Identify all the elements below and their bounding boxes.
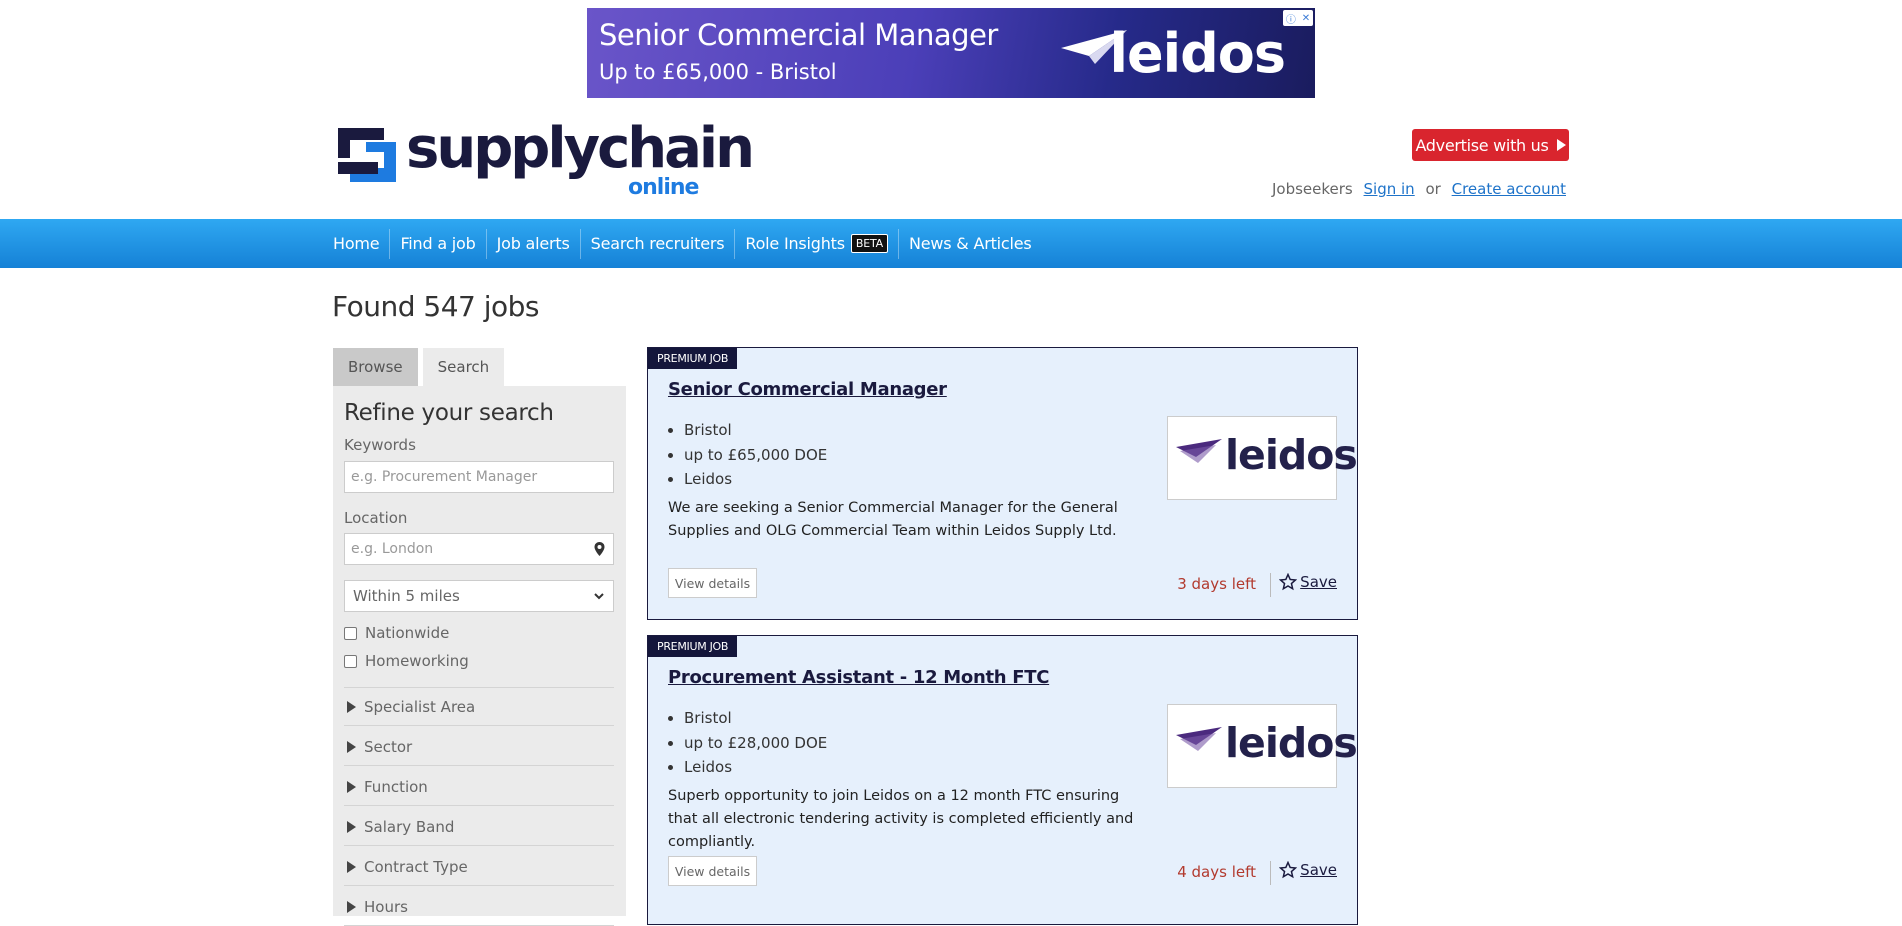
star-icon bbox=[1279, 573, 1298, 591]
ad-brand-logo: leidos bbox=[1109, 22, 1286, 85]
nationwide-checkbox[interactable]: Nationwide bbox=[344, 624, 449, 642]
facet-function[interactable]: Function bbox=[344, 768, 614, 806]
expand-triangle-icon bbox=[347, 820, 356, 833]
days-left: 4 days left bbox=[1177, 863, 1256, 881]
homeworking-checkbox[interactable]: Homeworking bbox=[344, 652, 469, 670]
facet-sector[interactable]: Sector bbox=[344, 728, 614, 766]
nav-home[interactable]: Home bbox=[332, 228, 391, 259]
job-salary: up to £28,000 DOE bbox=[684, 731, 827, 756]
facet-label: Sector bbox=[364, 737, 413, 756]
tab-browse[interactable]: Browse bbox=[333, 348, 418, 386]
sign-in-link[interactable]: Sign in bbox=[1364, 180, 1415, 198]
checkbox-box[interactable] bbox=[344, 626, 357, 640]
save-label: Save bbox=[1300, 573, 1337, 591]
logo-subtext: online bbox=[628, 175, 699, 200]
ad-subline: Up to £65,000 - Bristol bbox=[599, 60, 837, 84]
job-company: Leidos bbox=[684, 467, 827, 492]
save-label: Save bbox=[1300, 861, 1337, 879]
facet-label: Salary Band bbox=[364, 817, 455, 836]
save-job-button[interactable]: Save bbox=[1279, 573, 1337, 591]
advertise-label: Advertise with us bbox=[1415, 135, 1549, 155]
job-title-link[interactable]: Senior Commercial Manager bbox=[668, 379, 947, 400]
results-count: Found 547 jobs bbox=[332, 290, 540, 323]
facet-label: Contract Type bbox=[364, 857, 468, 876]
nav-role-insights[interactable]: Role Insights BETA bbox=[735, 228, 899, 259]
homeworking-label: Homeworking bbox=[365, 652, 469, 670]
company-logo[interactable]: leidos bbox=[1167, 704, 1358, 788]
site-logo[interactable]: supplychain online bbox=[332, 116, 755, 202]
refine-heading: Refine your search bbox=[344, 400, 554, 426]
premium-job-badge: PREMIUM JOB bbox=[648, 636, 738, 657]
leidos-plane-icon bbox=[1176, 439, 1222, 463]
job-salary: up to £65,000 DOE bbox=[684, 443, 827, 468]
nav-find-a-job[interactable]: Find a job bbox=[390, 228, 487, 259]
ad-banner[interactable]: Senior Commercial Manager Up to £65,000 … bbox=[587, 8, 1315, 98]
nav-role-insights-label: Role Insights bbox=[745, 234, 845, 253]
job-card: PREMIUM JOB Procurement Assistant - 12 M… bbox=[647, 635, 1358, 925]
company-logo-text: leidos bbox=[1225, 431, 1358, 479]
ad-choices-icon[interactable]: ⓘ ✕ bbox=[1283, 10, 1313, 26]
days-left: 3 days left bbox=[1177, 575, 1256, 593]
job-description: We are seeking a Senior Commercial Manag… bbox=[668, 500, 1118, 539]
nav-search-recruiters[interactable]: Search recruiters bbox=[581, 228, 736, 259]
save-job-button[interactable]: Save bbox=[1279, 861, 1337, 879]
account-links: Jobseekers Sign in or Create account bbox=[1272, 180, 1566, 198]
star-icon bbox=[1279, 861, 1298, 879]
beta-badge: BETA bbox=[850, 234, 888, 253]
radius-select[interactable]: Within 5 miles bbox=[344, 580, 614, 612]
nav-job-alerts[interactable]: Job alerts bbox=[487, 228, 581, 259]
checkbox-box[interactable] bbox=[344, 654, 357, 668]
facet-hours[interactable]: Hours bbox=[344, 888, 614, 926]
company-logo-text: leidos bbox=[1225, 719, 1358, 767]
tab-search[interactable]: Search bbox=[422, 348, 505, 386]
ad-headline: Senior Commercial Manager bbox=[599, 18, 998, 52]
logo-wordmark: supplychain bbox=[406, 116, 755, 181]
expand-triangle-icon bbox=[347, 740, 356, 753]
job-details-list: Bristol up to £28,000 DOE Leidos bbox=[668, 706, 827, 780]
divider bbox=[1270, 573, 1271, 597]
view-details-button[interactable]: View details bbox=[668, 856, 757, 886]
facet-contract-type[interactable]: Contract Type bbox=[344, 848, 614, 886]
divider bbox=[1270, 861, 1271, 885]
location-label: Location bbox=[344, 509, 408, 527]
expand-triangle-icon bbox=[347, 860, 356, 873]
advertise-button[interactable]: Advertise with us bbox=[1412, 129, 1569, 161]
leidos-plane-icon bbox=[1176, 727, 1222, 751]
keywords-input[interactable]: e.g. Procurement Manager bbox=[344, 461, 614, 493]
nav-news-articles[interactable]: News & Articles bbox=[899, 229, 1042, 259]
expand-triangle-icon bbox=[347, 700, 356, 713]
nationwide-label: Nationwide bbox=[365, 624, 450, 642]
facet-label: Function bbox=[364, 777, 428, 796]
job-location: Bristol bbox=[684, 418, 827, 443]
main-nav: Home Find a job Job alerts Search recrui… bbox=[0, 219, 1902, 268]
company-logo[interactable]: leidos bbox=[1167, 416, 1358, 500]
search-sidebar: Refine your search Keywords e.g. Procure… bbox=[333, 386, 626, 926]
job-card: PREMIUM JOB Senior Commercial Manager Br… bbox=[647, 347, 1358, 620]
or-label: or bbox=[1425, 180, 1441, 198]
jobseekers-label: Jobseekers bbox=[1271, 180, 1353, 198]
job-location: Bristol bbox=[684, 706, 827, 731]
job-title-link[interactable]: Procurement Assistant - 12 Month FTC bbox=[668, 667, 1049, 688]
radius-selected: Within 5 miles bbox=[353, 587, 460, 605]
job-details-list: Bristol up to £65,000 DOE Leidos bbox=[668, 418, 827, 492]
chevron-down-icon bbox=[594, 593, 604, 600]
facet-salary-band[interactable]: Salary Band bbox=[344, 808, 614, 846]
map-pin-icon bbox=[594, 542, 605, 556]
job-description: Superb opportunity to join Leidos on a 1… bbox=[668, 788, 1134, 850]
job-company: Leidos bbox=[684, 755, 827, 780]
location-placeholder: e.g. London bbox=[351, 541, 434, 557]
expand-triangle-icon bbox=[347, 780, 356, 793]
view-details-button[interactable]: View details bbox=[668, 568, 757, 598]
facet-specialist-area[interactable]: Specialist Area bbox=[344, 688, 614, 726]
create-account-link[interactable]: Create account bbox=[1452, 180, 1566, 198]
keywords-label: Keywords bbox=[344, 436, 416, 454]
location-input[interactable]: e.g. London bbox=[344, 533, 614, 565]
premium-job-badge: PREMIUM JOB bbox=[648, 348, 738, 369]
sidebar-tabs: Browse Search bbox=[333, 348, 505, 386]
logo-mark-icon bbox=[338, 128, 396, 182]
play-icon bbox=[1556, 139, 1566, 151]
facet-label: Specialist Area bbox=[364, 697, 476, 716]
